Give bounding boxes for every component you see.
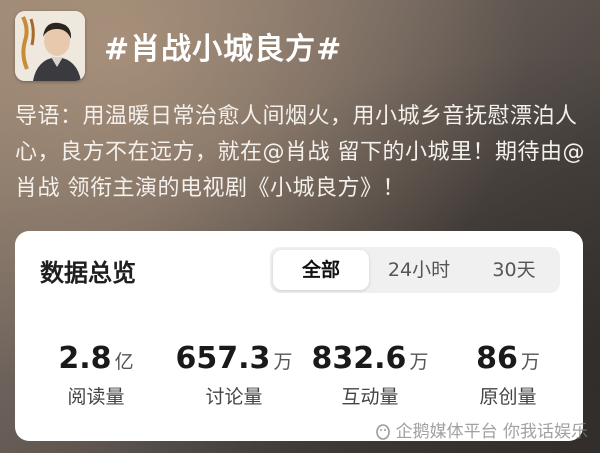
stat-interaction-value: 832.6: [311, 341, 407, 376]
penguin-icon: [374, 422, 392, 445]
portrait-image: [15, 11, 85, 81]
stat-original-unit: 万: [520, 351, 540, 373]
tab-30d[interactable]: 30天: [468, 247, 560, 293]
tab-all[interactable]: 全部: [273, 250, 369, 290]
time-range-tabs: 全部 24小时 30天: [270, 247, 560, 293]
stat-read-value: 2.8: [58, 341, 112, 376]
stat-original-label: 原创量: [479, 386, 537, 408]
tab-24h[interactable]: 24小时: [370, 247, 468, 293]
overview-title: 数据总览: [40, 259, 136, 287]
stat-read-unit: 亿: [114, 351, 134, 373]
topic-avatar[interactable]: [15, 11, 85, 81]
stat-original-value: 86: [476, 341, 518, 376]
stat-read-label: 阅读量: [67, 386, 125, 408]
stat-interaction-label: 互动量: [341, 386, 399, 408]
stat-interaction: 832.6 万 互动量: [299, 341, 441, 409]
stat-discussion-unit: 万: [273, 351, 293, 373]
stat-discussion: 657.3 万 讨论量: [163, 341, 305, 409]
topic-intro: 导语：用温暖日常治愈人间烟火，用小城乡音抚慰漂泊人心，良方不在远方，就在@肖战 …: [15, 104, 585, 201]
watermark-text: 企鹅媒体平台 你我话娱乐: [395, 422, 588, 442]
data-overview-card: 数据总览 全部 24小时 30天 2.8 亿 阅读量 657.3 万 讨论量 832…: [15, 231, 583, 441]
stat-read: 2.8 亿 阅读量: [25, 341, 167, 409]
watermark: 企鹅媒体平台 你我话娱乐: [374, 417, 588, 445]
stat-discussion-label: 讨论量: [205, 386, 263, 408]
stat-original: 86 万 原创量: [437, 341, 579, 409]
stat-discussion-value: 657.3: [175, 341, 271, 376]
topic-title[interactable]: #肖战小城良方#: [104, 24, 342, 68]
stat-interaction-unit: 万: [409, 351, 429, 373]
